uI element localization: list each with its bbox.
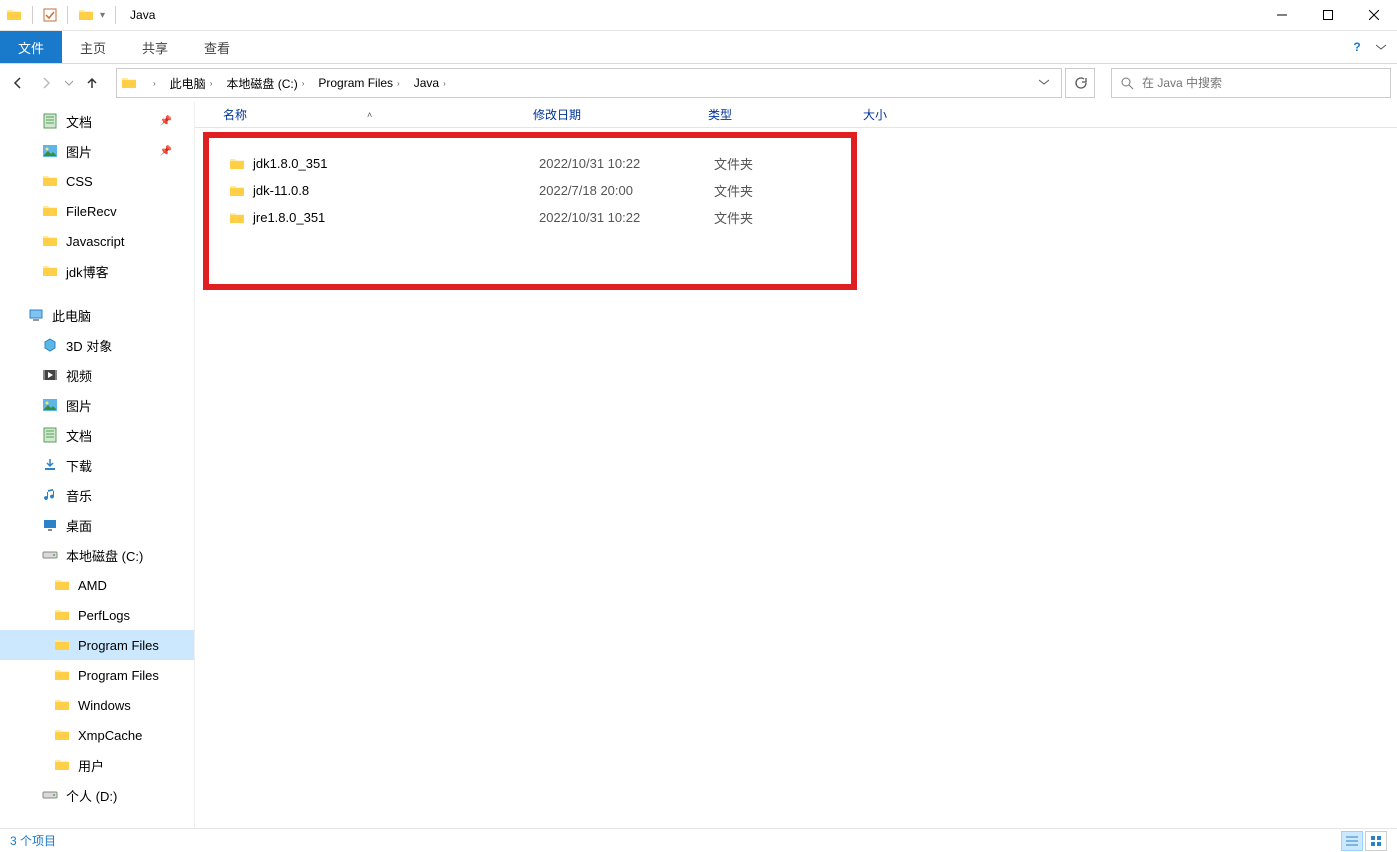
sidebar-item-program-files[interactable]: Program Files [0, 630, 194, 660]
title-bar: ▾ Java [0, 0, 1397, 31]
navigation-bar: › 此电脑› 本地磁盘 (C:)› Program Files› Java› [0, 64, 1397, 102]
content-area: 名称˄ 修改日期 类型 大小 jdk1.8.0_351 2022/10/31 1… [195, 102, 1397, 828]
qat-folder-icon[interactable] [78, 7, 94, 23]
qat-dropdown-icon[interactable]: ▾ [100, 10, 105, 21]
minimize-button[interactable] [1259, 0, 1305, 31]
column-header-size[interactable]: 大小 [855, 106, 935, 123]
search-icon [1120, 76, 1134, 90]
qat-checkbox-icon[interactable] [43, 8, 57, 22]
sidebar-item-documents[interactable]: 文档📌 [0, 106, 194, 136]
sidebar-item-pictures[interactable]: 图片📌 [0, 136, 194, 166]
maximize-button[interactable] [1305, 0, 1351, 31]
recent-dropdown-button[interactable] [62, 71, 76, 95]
search-box[interactable] [1111, 68, 1391, 98]
status-bar: 3 个项目 [0, 828, 1397, 852]
sidebar-item-desktop[interactable]: 桌面 [0, 510, 194, 540]
tab-home[interactable]: 主页 [62, 31, 124, 63]
file-row[interactable]: jre1.8.0_351 2022/10/31 10:22 文件夹 [201, 204, 1397, 231]
column-headers: 名称˄ 修改日期 类型 大小 [195, 102, 1397, 128]
breadcrumb-drive-c[interactable]: 本地磁盘 (C:)› [220, 72, 310, 95]
breadcrumb-root-chevron[interactable]: › [143, 76, 162, 91]
up-button[interactable] [80, 71, 104, 95]
expand-ribbon-button[interactable] [1371, 37, 1391, 57]
pin-icon: 📌 [160, 116, 172, 127]
sort-arrow-icon: ˄ [367, 110, 372, 120]
breadcrumb-java[interactable]: Java› [408, 73, 452, 93]
sidebar-item-drive-c[interactable]: 本地磁盘 (C:) [0, 540, 194, 570]
sidebar-item-javascript[interactable]: Javascript [0, 226, 194, 256]
sidebar-item-thispc[interactable]: 此电脑 [0, 300, 194, 330]
forward-button[interactable] [34, 71, 58, 95]
column-header-type[interactable]: 类型 [700, 106, 855, 123]
breadcrumb-program-files[interactable]: Program Files› [312, 73, 405, 93]
file-row[interactable]: jdk1.8.0_351 2022/10/31 10:22 文件夹 [201, 150, 1397, 177]
pin-icon: 📌 [160, 146, 172, 157]
sidebar-item-thispc-documents[interactable]: 文档 [0, 420, 194, 450]
sidebar-item-users[interactable]: 用户 [0, 750, 194, 780]
sidebar-item-drive-d[interactable]: 个人 (D:) [0, 780, 194, 810]
file-tab[interactable]: 文件 [0, 31, 62, 63]
column-header-date[interactable]: 修改日期 [525, 106, 700, 123]
folder-icon [229, 156, 245, 172]
tab-view[interactable]: 查看 [186, 31, 248, 63]
sidebar-item-perflogs[interactable]: PerfLogs [0, 600, 194, 630]
thumbnails-view-button[interactable] [1365, 831, 1387, 851]
sidebar-item-3dobjects[interactable]: 3D 对象 [0, 330, 194, 360]
navigation-pane[interactable]: 文档📌 图片📌 CSS FileRecv Javascript jdk博客 此电… [0, 102, 195, 828]
sidebar-item-css[interactable]: CSS [0, 166, 194, 196]
close-button[interactable] [1351, 0, 1397, 31]
refresh-button[interactable] [1065, 68, 1095, 98]
tab-share[interactable]: 共享 [124, 31, 186, 63]
folder-icon [6, 7, 22, 23]
help-button[interactable]: ? [1347, 37, 1367, 57]
folder-icon [121, 75, 137, 91]
file-row[interactable]: jdk-11.0.8 2022/7/18 20:00 文件夹 [201, 177, 1397, 204]
sidebar-item-xmpcache[interactable]: XmpCache [0, 720, 194, 750]
status-text: 3 个项目 [10, 832, 56, 849]
address-dropdown-button[interactable] [1031, 72, 1057, 94]
sidebar-item-windows[interactable]: Windows [0, 690, 194, 720]
column-header-name[interactable]: 名称˄ [215, 106, 525, 123]
sidebar-item-filerecv[interactable]: FileRecv [0, 196, 194, 226]
sidebar-item-program-files-x86[interactable]: Program Files [0, 660, 194, 690]
sidebar-item-jdkblog[interactable]: jdk博客 [0, 256, 194, 286]
window-title: Java [130, 8, 155, 22]
folder-icon [229, 210, 245, 226]
details-view-button[interactable] [1341, 831, 1363, 851]
sidebar-item-music[interactable]: 音乐 [0, 480, 194, 510]
breadcrumb-thispc[interactable]: 此电脑› [164, 72, 219, 95]
search-input[interactable] [1142, 76, 1382, 90]
sidebar-item-downloads[interactable]: 下载 [0, 450, 194, 480]
ribbon: 文件 主页 共享 查看 ? [0, 31, 1397, 64]
file-list[interactable]: jdk1.8.0_351 2022/10/31 10:22 文件夹 jdk-11… [195, 128, 1397, 828]
sidebar-item-amd[interactable]: AMD [0, 570, 194, 600]
back-button[interactable] [6, 71, 30, 95]
folder-icon [229, 183, 245, 199]
sidebar-item-thispc-pictures[interactable]: 图片 [0, 390, 194, 420]
sidebar-item-videos[interactable]: 视频 [0, 360, 194, 390]
address-bar[interactable]: › 此电脑› 本地磁盘 (C:)› Program Files› Java› [116, 68, 1062, 98]
